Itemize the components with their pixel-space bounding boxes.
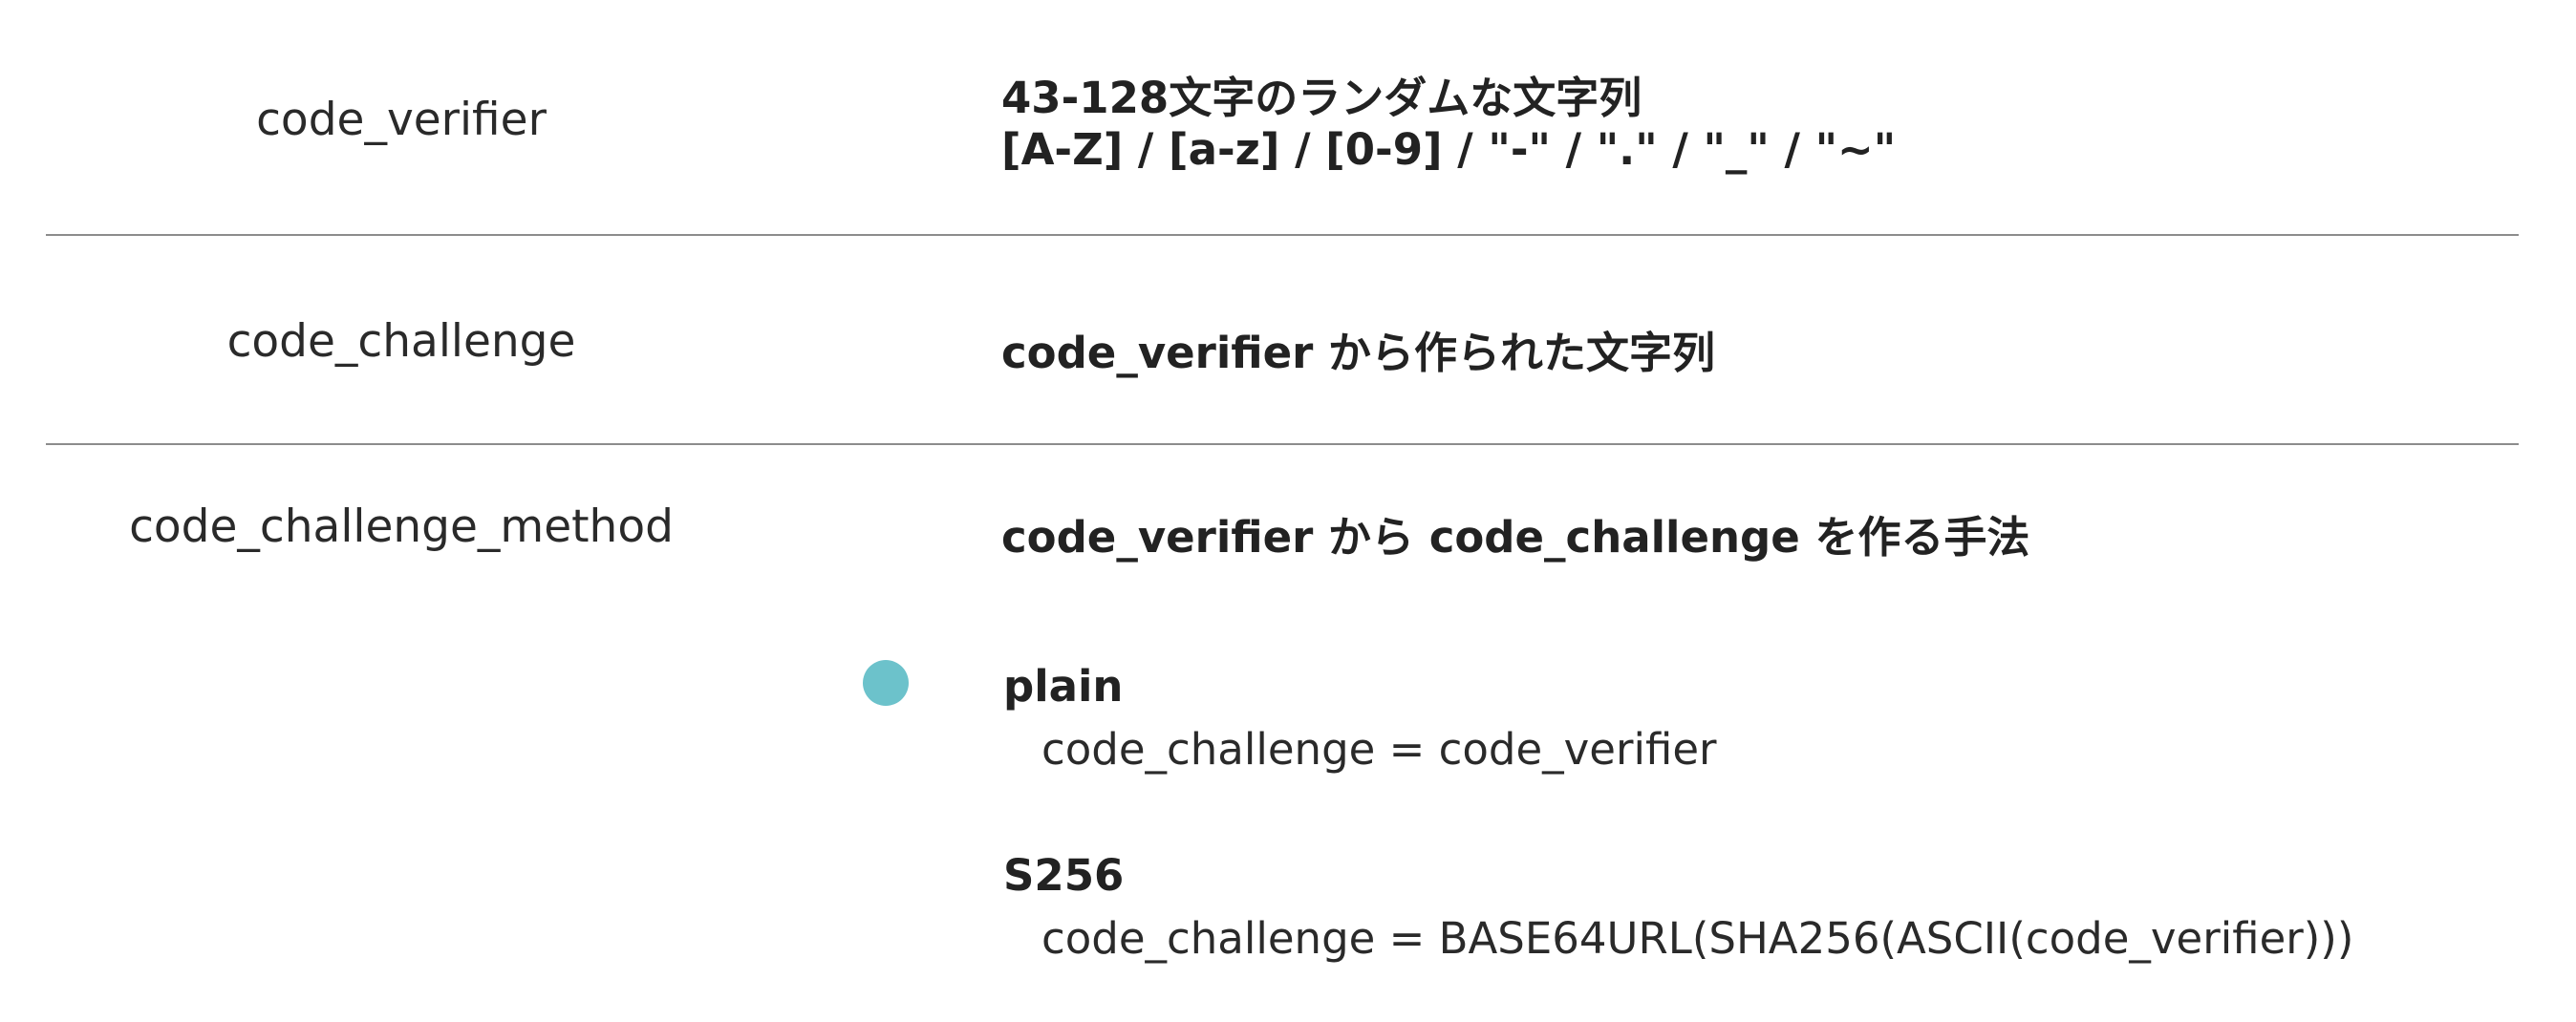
- term-code-challenge-method: code_challenge_method: [129, 500, 674, 553]
- row-divider-2: [46, 443, 2519, 445]
- row-divider-1: [46, 234, 2519, 236]
- method-formula-plain: code_challenge = code_verifier: [1041, 724, 1717, 775]
- method-formula-s256: code_challenge = BASE64URL(SHA256(ASCII(…: [1041, 913, 2354, 964]
- description-code-challenge: code_verifier から作られた文字列: [1001, 328, 1716, 378]
- method-name-plain: plain: [1003, 661, 1124, 712]
- description-code-challenge-method: code_verifier から code_challenge を作る手法: [1001, 512, 2030, 563]
- bullet-dot-icon: [863, 660, 909, 706]
- description-code-verifier-line-1: 43-128文字のランダムな文字列: [1001, 73, 1642, 123]
- term-code-challenge: code_challenge: [226, 315, 576, 368]
- description-code-verifier-line-2: [A-Z] / [a-z] / [0-9] / "-" / "." / "_" …: [1001, 124, 1897, 175]
- method-name-s256: S256: [1003, 850, 1125, 901]
- term-code-verifier: code_verifier: [256, 94, 547, 146]
